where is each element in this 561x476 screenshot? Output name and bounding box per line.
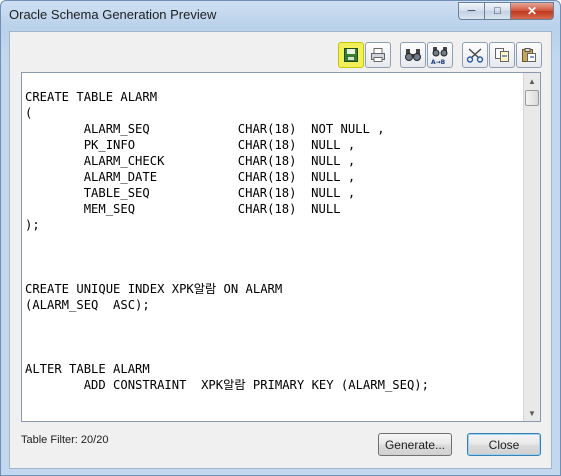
paste-icon — [522, 48, 536, 62]
vertical-scrollbar[interactable]: ▲ ▼ — [523, 73, 540, 421]
code-line: CREATE UNIQUE INDEX XPK알람 ON ALARM — [25, 282, 283, 296]
code-line: ADD CONSTRAINT XPK알람 PRIMARY KEY (ALARM_… — [25, 378, 429, 392]
copy-icon — [495, 48, 509, 62]
code-line: CREATE TABLE ALARM — [25, 90, 158, 104]
code-line: ALARM_DATE CHAR(18) NULL , — [25, 170, 356, 184]
find-replace-caption: A→B — [431, 59, 446, 66]
print-icon — [371, 48, 385, 62]
code-line: MEM_SEQ CHAR(18) NULL — [25, 202, 341, 216]
minimize-button[interactable]: ─ — [458, 2, 484, 20]
table-filter-status: Table Filter: 20/20 — [21, 434, 109, 446]
save-icon — [344, 48, 358, 62]
maximize-icon: □ — [494, 5, 501, 17]
code-line: PK_INFO CHAR(18) NULL , — [25, 138, 356, 152]
code-line: TABLE_SEQ CHAR(18) NULL , — [25, 186, 356, 200]
generate-button[interactable]: Generate... — [378, 433, 452, 456]
find-button[interactable] — [400, 42, 426, 68]
maximize-button[interactable]: □ — [484, 2, 510, 20]
find-icon — [405, 49, 421, 61]
cut-icon — [466, 48, 484, 63]
scroll-down-button[interactable]: ▼ — [524, 405, 540, 421]
caption-buttons: ─ □ ✕ — [458, 2, 554, 20]
code-line: ); — [25, 218, 40, 232]
find-replace-button[interactable]: A→B — [427, 42, 453, 68]
scroll-up-button[interactable]: ▲ — [524, 73, 540, 89]
title-bar[interactable]: Oracle Schema Generation Preview ─ □ ✕ — [1, 1, 560, 29]
toolbar: A→B — [10, 40, 551, 70]
ddl-preview-editor[interactable]: CREATE TABLE ALARM ( ALARM_SEQ CHAR(18) N… — [21, 72, 541, 422]
save-button[interactable] — [338, 42, 364, 68]
close-window-button[interactable]: ✕ — [510, 2, 554, 20]
dialog-window: Oracle Schema Generation Preview ─ □ ✕ A… — [0, 0, 561, 476]
code-line: ALARM_SEQ CHAR(18) NOT NULL , — [25, 122, 385, 136]
ddl-script-text: CREATE TABLE ALARM ( ALARM_SEQ CHAR(18) N… — [25, 89, 429, 409]
cut-button[interactable] — [462, 42, 488, 68]
print-button[interactable] — [365, 42, 391, 68]
code-line: ALARM_CHECK CHAR(18) NULL , — [25, 154, 356, 168]
minimize-icon: ─ — [467, 5, 476, 17]
scroll-down-icon: ▼ — [528, 408, 536, 418]
code-line: (ALARM_SEQ ASC); — [25, 298, 150, 312]
scrollbar-thumb[interactable] — [525, 90, 539, 106]
window-title: Oracle Schema Generation Preview — [9, 7, 217, 22]
close-button[interactable]: Close — [467, 433, 541, 456]
close-icon: ✕ — [526, 4, 538, 18]
dialog-body: A→B CREATE TABLE ALARM (ALARM_SEQ CHAR(… — [9, 31, 552, 469]
code-line: ( — [25, 106, 33, 120]
paste-button[interactable] — [516, 42, 542, 68]
code-line: ALTER TABLE ALARM — [25, 362, 150, 376]
scroll-up-icon: ▲ — [528, 76, 536, 86]
copy-button[interactable] — [489, 42, 515, 68]
